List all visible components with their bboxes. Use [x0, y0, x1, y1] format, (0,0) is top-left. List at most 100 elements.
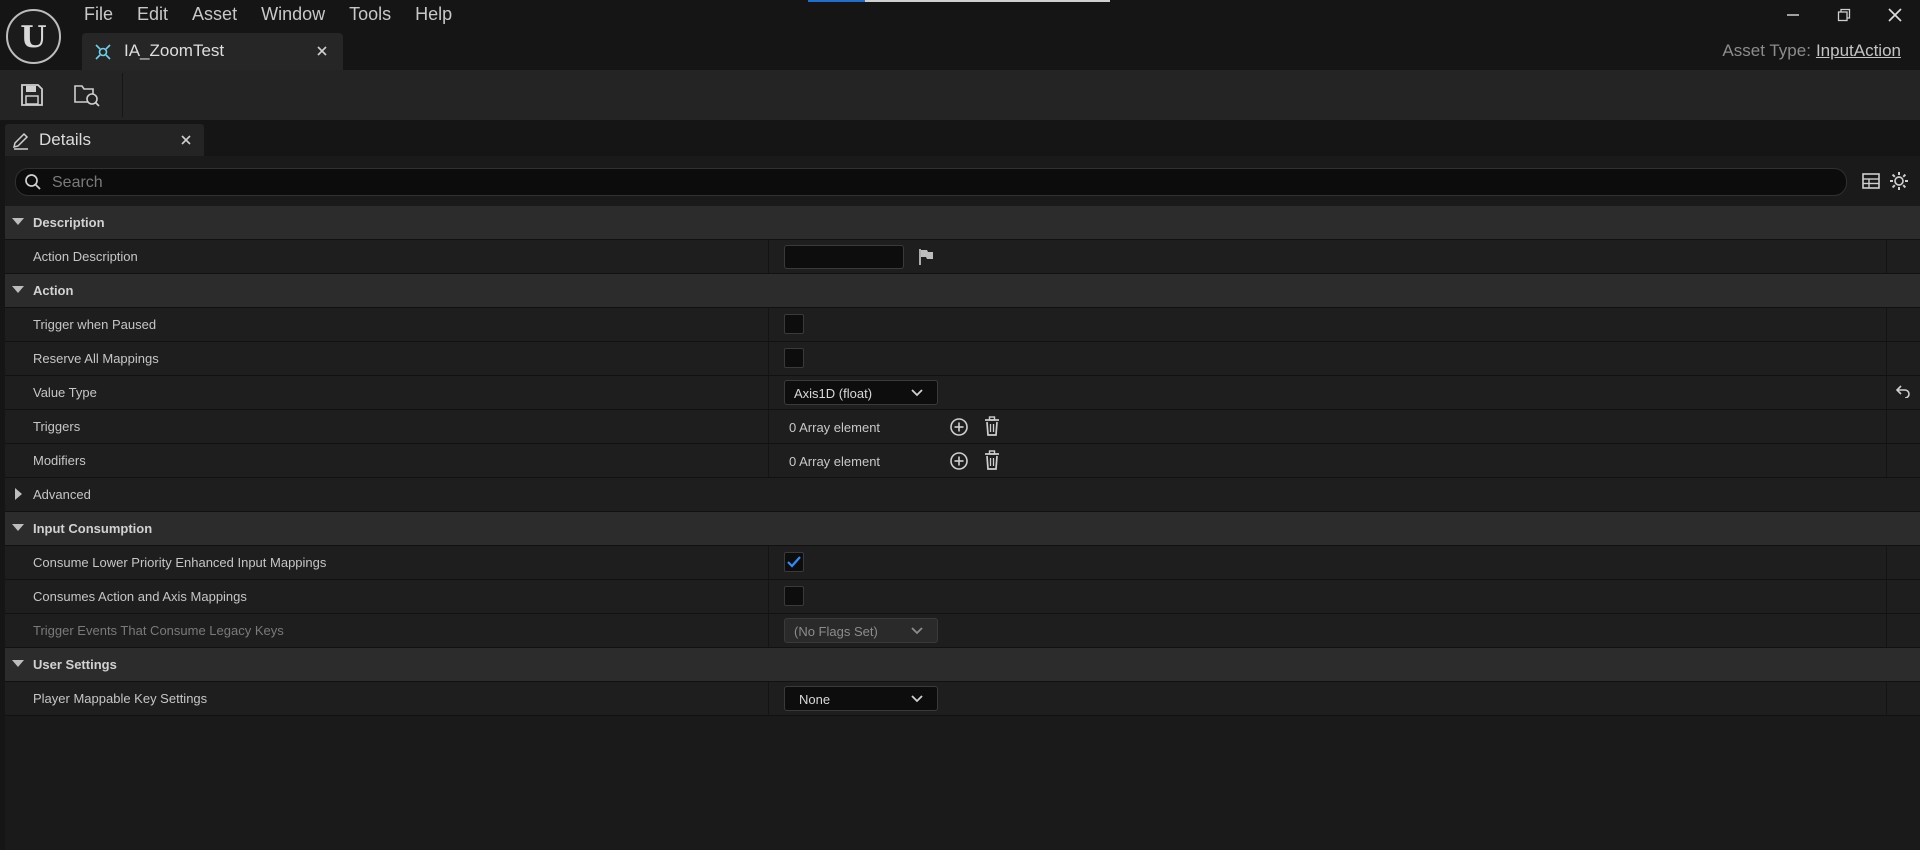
close-panel-icon[interactable] [178, 132, 194, 148]
menu-file[interactable]: File [72, 0, 125, 30]
table-view-icon[interactable] [1861, 171, 1881, 191]
property-label: Triggers [33, 419, 81, 434]
property-trigger-when-paused: Trigger when Paused [5, 308, 1920, 342]
reset-to-default-icon[interactable] [1895, 384, 1911, 398]
menu-tools[interactable]: Tools [337, 0, 403, 30]
window-controls [1767, 0, 1920, 30]
add-element-icon[interactable] [949, 417, 969, 437]
property-label: Consume Lower Priority Enhanced Input Ma… [33, 555, 327, 570]
expand-arrow-icon [15, 488, 23, 500]
property-label: Trigger Events That Consume Legacy Keys [33, 623, 284, 638]
category-advanced[interactable]: Advanced [5, 478, 1920, 512]
edit-pencil-icon [11, 130, 31, 150]
browse-asset-button[interactable] [71, 79, 103, 111]
menu-asset[interactable]: Asset [180, 0, 249, 30]
menu-window[interactable]: Window [249, 0, 337, 30]
collapse-arrow-icon [12, 660, 24, 668]
details-tab-label: Details [39, 130, 91, 149]
close-window-button[interactable] [1869, 0, 1920, 30]
asset-type: Asset Type: InputAction [1722, 41, 1901, 61]
progress-fill [808, 0, 866, 2]
property-triggers: Triggers 0 Array element [5, 410, 1920, 444]
column-divider [1886, 546, 1887, 579]
property-value-type: Value Type Axis1D (float) [5, 376, 1920, 410]
trash-icon[interactable] [983, 416, 1001, 436]
category-label: User Settings [33, 657, 117, 672]
category-action[interactable]: Action [5, 274, 1920, 308]
consume-lower-priority-checkbox[interactable] [784, 552, 804, 572]
property-label: Action Description [33, 249, 138, 264]
column-divider [1886, 410, 1887, 443]
consumes-action-axis-checkbox[interactable] [784, 586, 804, 606]
column-divider [1886, 614, 1887, 647]
unreal-logo[interactable]: U [6, 9, 61, 64]
restore-icon [1837, 8, 1850, 22]
column-divider [768, 308, 769, 341]
search-input[interactable] [50, 171, 1834, 195]
property-label: Reserve All Mappings [33, 351, 159, 366]
add-element-icon[interactable] [949, 451, 969, 471]
menu-edit[interactable]: Edit [125, 0, 180, 30]
column-divider [768, 546, 769, 579]
minimize-icon [1786, 14, 1799, 16]
menu-bar: File Edit Asset Window Tools Help [72, 0, 464, 30]
progress-bar [808, 0, 1110, 2]
column-divider [768, 240, 769, 273]
property-action-description: Action Description [5, 240, 1920, 274]
trash-icon[interactable] [983, 450, 1001, 470]
minimize-button[interactable] [1767, 0, 1818, 30]
column-divider [1886, 308, 1887, 341]
reserve-all-mappings-checkbox[interactable] [784, 348, 804, 368]
settings-gear-icon[interactable] [1889, 171, 1909, 191]
chevron-down-icon [911, 695, 923, 703]
document-tab-label: IA_ZoomTest [124, 41, 225, 60]
property-modifiers: Modifiers 0 Array element [5, 444, 1920, 478]
player-mappable-dropdown[interactable]: None [784, 686, 938, 711]
action-description-input[interactable] [784, 245, 904, 269]
column-divider [768, 342, 769, 375]
column-divider [1886, 580, 1887, 613]
category-input-consumption[interactable]: Input Consumption [5, 512, 1920, 546]
document-tab[interactable]: IA_ZoomTest [82, 33, 343, 71]
column-divider [1886, 342, 1887, 375]
localization-flag-icon[interactable] [917, 248, 935, 266]
column-divider [1886, 444, 1887, 477]
collapse-arrow-icon [12, 524, 24, 532]
property-consume-lower-priority: Consume Lower Priority Enhanced Input Ma… [5, 546, 1920, 580]
search-icon [24, 173, 42, 191]
column-divider [768, 580, 769, 613]
trigger-events-dropdown: (No Flags Set) [784, 618, 938, 643]
chevron-down-icon [911, 389, 923, 397]
value-type-dropdown[interactable]: Axis1D (float) [784, 380, 938, 405]
column-divider [768, 410, 769, 443]
category-user-settings[interactable]: User Settings [5, 648, 1920, 682]
property-reserve-all-mappings: Reserve All Mappings [5, 342, 1920, 376]
category-description[interactable]: Description [5, 206, 1920, 240]
column-divider [768, 376, 769, 409]
property-label: Value Type [33, 385, 97, 400]
array-count: 0 Array element [789, 420, 881, 435]
collapse-arrow-icon [12, 286, 24, 294]
category-label: Input Consumption [33, 521, 153, 536]
column-divider [768, 614, 769, 647]
property-label: Modifiers [33, 453, 86, 468]
category-label: Description [33, 215, 105, 230]
restore-button[interactable] [1818, 0, 1869, 30]
chevron-down-icon [911, 627, 923, 635]
column-divider [1886, 240, 1887, 273]
menu-help[interactable]: Help [403, 0, 464, 30]
save-button[interactable] [16, 79, 48, 111]
advanced-label: Advanced [33, 487, 91, 502]
column-divider [1886, 376, 1887, 409]
asset-type-link[interactable]: InputAction [1816, 41, 1901, 60]
property-player-mappable: Player Mappable Key Settings None [5, 682, 1920, 716]
details-tab[interactable]: Details [5, 124, 204, 156]
column-divider [1886, 682, 1887, 715]
asset-type-label: Asset Type: [1722, 41, 1811, 60]
dropdown-value: None [799, 692, 831, 707]
property-consumes-action-axis: Consumes Action and Axis Mappings [5, 580, 1920, 614]
column-divider [768, 444, 769, 477]
checkmark-icon [787, 556, 801, 568]
trigger-when-paused-checkbox[interactable] [784, 314, 804, 334]
close-tab-icon[interactable] [313, 42, 331, 60]
